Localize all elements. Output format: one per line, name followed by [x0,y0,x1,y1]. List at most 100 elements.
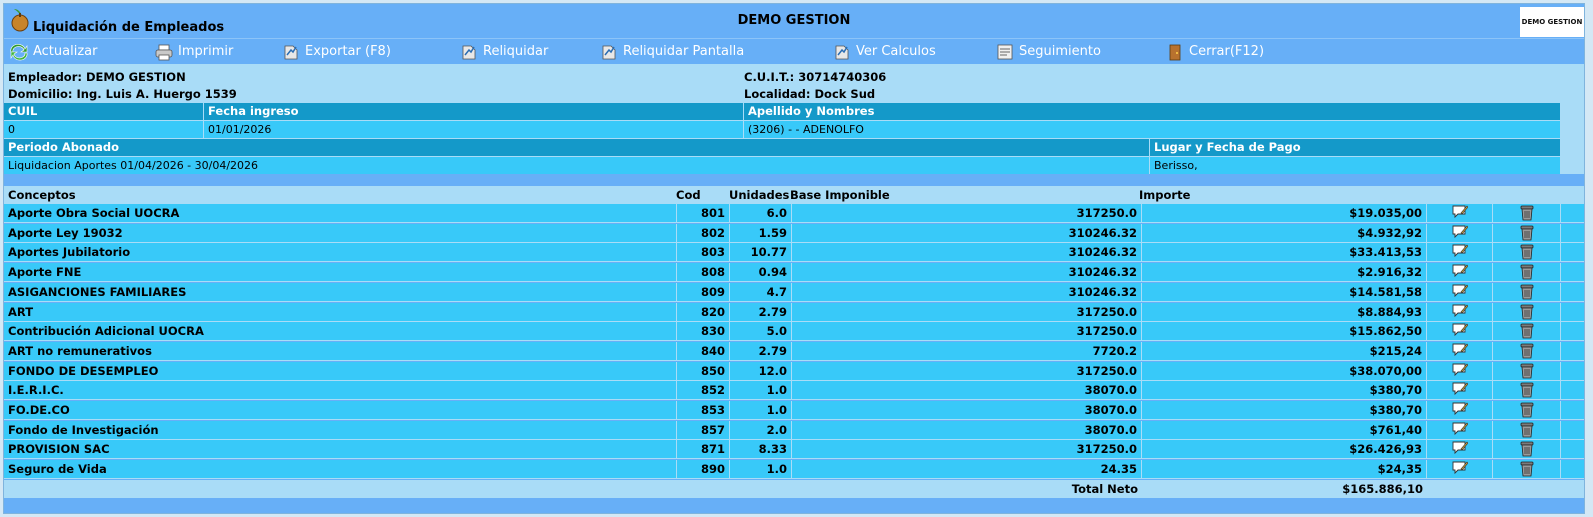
tracking-label: Seguimiento [1019,44,1101,59]
units-cell: 6.0 [730,204,792,223]
code-cell: 808 [677,263,730,283]
base-cell: 317250.0 [792,322,1142,342]
employer-address: Domicilio: Ing. Luis A. Huergo 1539 [8,87,237,101]
company-logo: DEMO GESTION [1520,7,1584,37]
edit-note-icon[interactable] [1452,204,1468,225]
code-cell: 871 [677,440,730,460]
code-cell: 820 [677,302,730,322]
code-cell: 803 [677,243,730,263]
amount-cell: $33.413,53 [1142,243,1427,263]
refresh-label: Actualizar [33,44,98,59]
code-cell: 840 [677,341,730,361]
base-cell: 310246.32 [792,223,1142,243]
amount-cell: $4.932,92 [1142,223,1427,243]
cuil-value: 0 [4,121,204,138]
concept-cell: ART no remunerativos [4,341,677,361]
col-cod: Cod [676,188,701,202]
table-row[interactable]: Aporte Obra Social UOCRA 801 6.0 317250.0 $1… [4,204,1584,223]
units-cell: 1.0 [730,401,792,420]
edit-note-icon[interactable] [1452,342,1468,363]
amount-cell: $14.581,58 [1142,282,1427,302]
table-row[interactable]: ASIGANCIONES FAMILIARES 809 4.7 310246.32 $1… [4,282,1584,304]
edit-note-icon[interactable] [1452,401,1468,422]
export-button[interactable]: Exportar (F8) [281,41,391,62]
table-row[interactable]: PROVISION SAC 871 8.33 317250.0 $26.426,93 [4,440,1584,461]
period-header: Periodo Abonado [4,139,1150,156]
edit-cell [1427,322,1493,343]
printer-icon [155,44,173,60]
delete-cell [1493,381,1561,401]
table-row[interactable]: Fondo de Investigación 857 2.0 38070.0 $761,… [4,420,1584,442]
base-cell: 317250.0 [792,204,1142,223]
concept-cell: FO.DE.CO [4,401,677,420]
edit-note-icon[interactable] [1452,283,1468,304]
code-cell: 802 [677,223,730,243]
recalculate-button[interactable]: Reliquidar [459,41,548,62]
amount-cell: $380,70 [1142,381,1427,401]
edit-cell [1427,341,1493,363]
tracking-button[interactable]: Seguimiento [995,41,1101,62]
delete-cell [1493,243,1561,263]
period-value-row: Liquidacion Aportes 01/04/2026 - 30/04/2… [4,157,1561,174]
view-calculations-button[interactable]: Ver Calculos [832,41,936,62]
close-button[interactable]: Cerrar(F12) [1165,41,1264,62]
amount-cell: $2.916,32 [1142,263,1427,283]
edit-cell [1427,282,1493,304]
table-row[interactable]: Seguro de Vida 890 1.0 24.35 $24,35 [4,460,1584,481]
toolbar: Actualizar Imprimir Exportar (F8) Reliqu… [4,38,1584,63]
concept-cell: I.E.R.I.C. [4,381,677,401]
employee-name-value: (3206) - - ADENOLFO [744,121,1561,138]
table-row[interactable]: ART 820 2.79 317250.0 $8.884,93 [4,302,1584,324]
table-header: Conceptos Cod Unidades Base Imponible Im… [4,186,1584,204]
amount-cell: $15.862,50 [1142,322,1427,342]
table-row[interactable]: Contribución Adicional UOCRA 830 5.0 317250… [4,322,1584,343]
edit-note-icon[interactable] [1452,362,1468,383]
table-row[interactable]: FONDO DE DESEMPLEO 850 12.0 317250.0 $38.070… [4,361,1584,383]
units-cell: 2.79 [730,341,792,361]
employee-value-row: 0 01/01/2026 (3206) - - ADENOLFO [4,121,1561,138]
employee-info-panel: Empleador: DEMO GESTION C.U.I.T.: 307147… [4,64,1584,174]
totals-row: Total Neto $165.886,10 [4,480,1584,498]
edit-note-icon[interactable] [1452,243,1468,264]
edit-note-icon[interactable] [1452,421,1468,442]
table-row[interactable]: ART no remunerativos 840 2.79 7720.2 $215,24 [4,341,1584,363]
recalculate-label: Reliquidar [483,44,549,59]
col-conceptos: Conceptos [8,188,76,202]
recalculate-screen-icon [602,45,616,59]
base-cell: 38070.0 [792,420,1142,440]
edit-note-icon[interactable] [1452,460,1468,481]
units-cell: 4.7 [730,282,792,302]
delete-cell [1493,420,1561,440]
edit-note-icon[interactable] [1452,322,1468,343]
refresh-button[interactable]: Actualizar [9,41,97,62]
recalculate-screen-label: Reliquidar Pantalla [623,44,745,59]
col-base: Base Imponible [790,188,890,202]
table-row[interactable]: FO.DE.CO 853 1.0 38070.0 $380,70 [4,401,1584,420]
table-row[interactable]: I.E.R.I.C. 852 1.0 38070.0 $380,70 [4,381,1584,402]
units-cell: 1.0 [730,460,792,480]
concept-cell: Fondo de Investigación [4,420,677,440]
edit-note-icon[interactable] [1452,303,1468,324]
table-row[interactable]: Aporte Ley 19032 802 1.59 310246.32 $4.932,9… [4,223,1584,245]
col-unidades: Unidades [729,188,790,202]
delete-cell [1493,322,1561,342]
separator-band [4,174,1584,186]
edit-cell [1427,440,1493,461]
delete-cell [1493,460,1561,480]
edit-note-icon[interactable] [1452,263,1468,284]
concept-cell: Seguro de Vida [4,460,677,480]
code-cell: 890 [677,460,730,480]
edit-note-icon[interactable] [1452,224,1468,245]
recalculate-screen-button[interactable]: Reliquidar Pantalla [599,41,744,62]
edit-cell [1427,381,1493,402]
export-icon [284,45,298,59]
title-bar: Liquidación de Empleados DEMO GESTION DE… [4,4,1584,37]
code-cell: 830 [677,322,730,342]
print-button[interactable]: Imprimir [154,41,233,62]
concept-cell: Aporte Obra Social UOCRA [4,204,677,223]
delete-cell [1493,440,1561,460]
edit-note-icon[interactable] [1452,381,1468,402]
table-row[interactable]: Aporte FNE 808 0.94 310246.32 $2.916,32 [4,263,1584,284]
table-row[interactable]: Aportes Jubilatorio 803 10.77 310246.32 $33.… [4,243,1584,264]
edit-note-icon[interactable] [1452,440,1468,461]
